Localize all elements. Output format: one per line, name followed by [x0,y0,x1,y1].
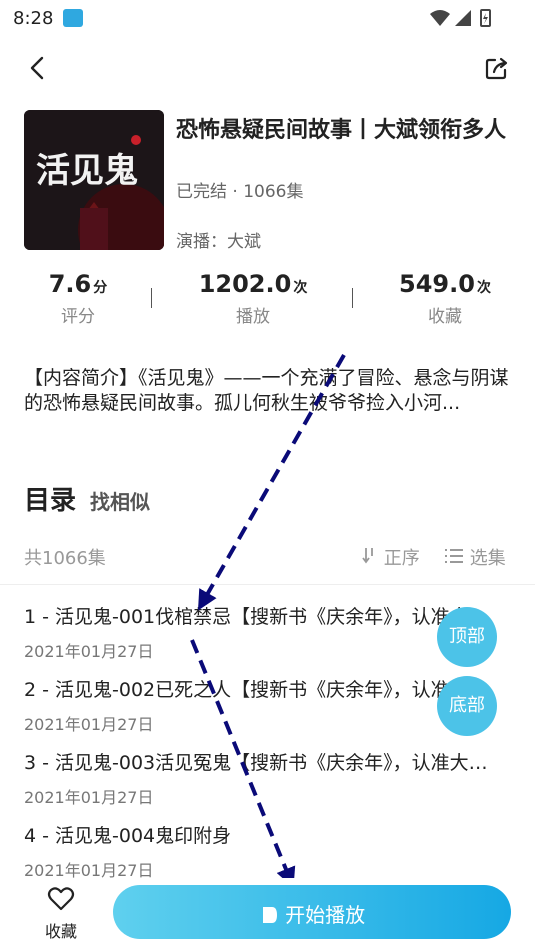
back-arrow-icon [30,56,44,80]
catalog-title: 目录 [24,486,77,516]
status-icons [429,8,499,32]
share-button[interactable] [483,54,511,82]
share-icon [485,57,508,80]
status-bar: 8:28 [0,0,535,36]
status-time: 8:28 [13,8,54,29]
signal-icon [455,10,471,26]
episode-date: 2021年01月27日 [24,715,154,734]
find-similar-link[interactable]: 找相似 [90,490,150,514]
episode-title: 4 - 活见鬼-004鬼印附身 [24,825,232,847]
book-meta: 已完结 · 1066集 [176,182,304,202]
book-intro[interactable]: 【内容简介】《活见鬼》——一个充满了冒险、悬念与阴谋的恐怖悬疑民间故事。孤儿何秋… [24,366,514,416]
episode-date: 2021年01月27日 [24,642,154,661]
stat-plays-unit: 次 [293,280,308,296]
select-episodes-label: 选集 [469,548,506,569]
book-cover: 活见鬼 [24,110,164,250]
start-play-label: 开始播放 [285,903,366,927]
bottom-bar: 收藏 开始播放 [0,878,535,951]
stat-favorites-value: 549.0 [399,270,475,298]
favorite-label: 收藏 [44,922,77,941]
stat-divider [151,288,152,308]
stat-rating-label: 评分 [61,307,95,327]
stat-rating: 7.6 分 评分 [0,270,168,327]
stat-plays-value: 1202.0 [198,270,292,298]
episode-title: 3 - 活见鬼-003活见冤鬼【搜新书《庆余年》，认准大斌】 [24,752,504,774]
book-narrator: 演播：大斌 [176,232,261,252]
top-nav [0,44,535,92]
back-button[interactable] [24,52,54,84]
app-notification-icon [63,9,83,27]
wifi-icon [430,10,450,26]
scroll-top-button[interactable]: 顶部 [437,607,497,667]
stat-divider [352,288,353,308]
stat-favorites-label: 收藏 [428,307,462,327]
stat-plays-label: 播放 [236,307,270,327]
list-icon [445,549,463,563]
sort-order-label: 正序 [383,548,420,569]
cover-title-text: 活见鬼 [36,151,138,191]
stat-rating-value: 7.6 [48,270,92,298]
scroll-bottom-button[interactable]: 底部 [437,676,497,736]
sort-icon [362,548,373,564]
episode-title: 1 - 活见鬼-001伐棺禁忌【搜新书《庆余年》，认准大斌】 [24,606,504,628]
play-icon [262,907,277,923]
episode-item[interactable]: 3 - 活见鬼-003活见冤鬼【搜新书《庆余年》，认准大斌】 2021年01月2… [0,744,535,817]
stat-rating-unit: 分 [93,280,108,296]
catalog-header: 目录 找相似 [24,480,150,517]
sort-order-button[interactable]: 正序 [362,544,420,570]
stat-favorites: 549.0 次 收藏 [355,270,535,327]
book-title: 恐怖悬疑民间故事丨大斌领衔多人 [176,118,507,143]
stats-row: 7.6 分 评分 1202.0 次 播放 549.0 次 收藏 [0,270,535,330]
select-episodes-button[interactable]: 选集 [444,544,506,570]
heart-icon [47,887,75,911]
episode-title: 2 - 活见鬼-002已死之人【搜新书《庆余年》，认准大斌】 [24,679,504,701]
episode-count: 共1066集 [24,548,106,569]
episode-date: 2021年01月27日 [24,788,154,807]
stat-favorites-unit: 次 [476,280,491,296]
start-play-button[interactable]: 开始播放 [113,885,511,939]
favorite-button[interactable]: 收藏 [30,886,92,942]
episode-toolbar: 共1066集 正序 选集 [0,540,535,585]
stat-plays: 1202.0 次 播放 [163,270,343,327]
